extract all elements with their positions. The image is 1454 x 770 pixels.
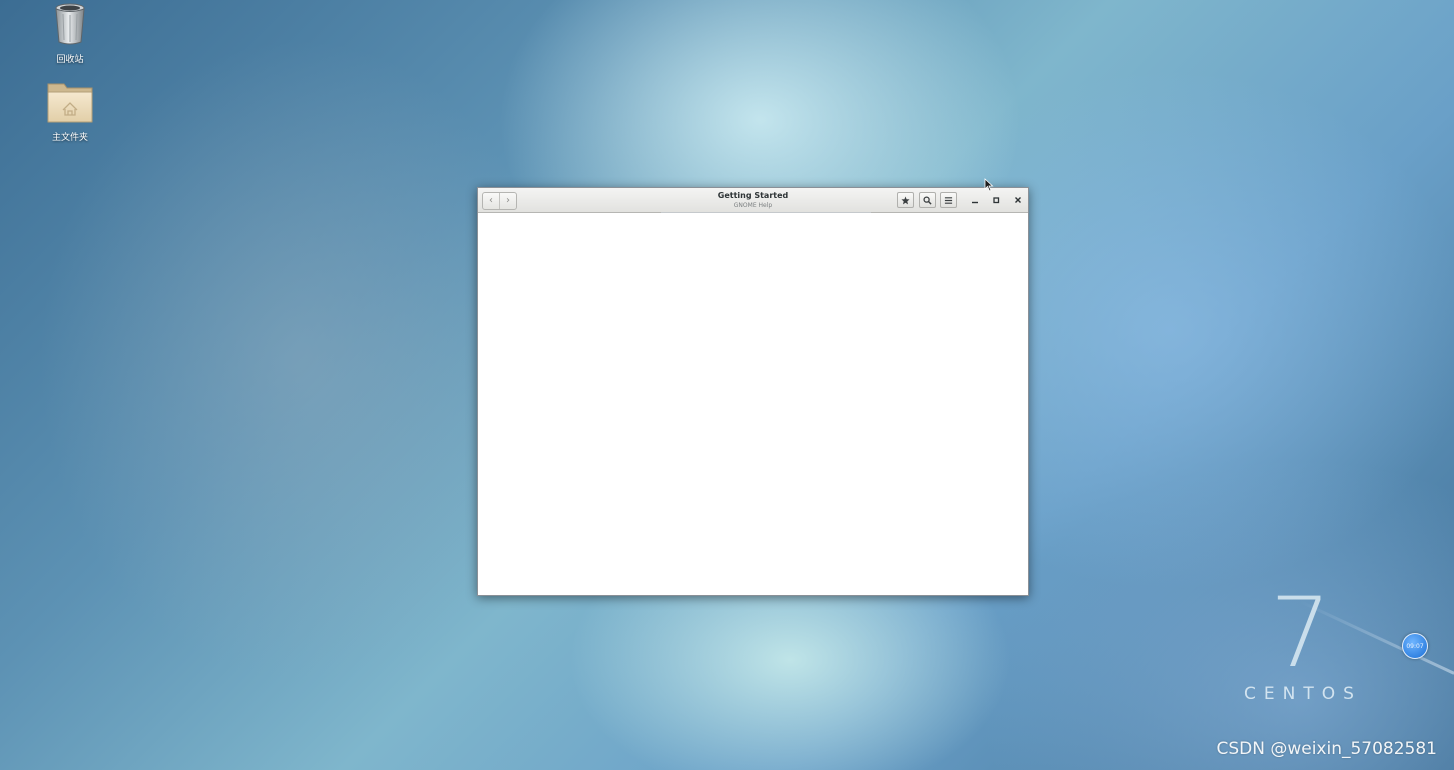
- trash-label: 回收站: [56, 55, 84, 65]
- menu-button[interactable]: [940, 192, 957, 208]
- minimize-button[interactable]: [968, 193, 982, 207]
- centos-wordmark: CENTOS: [1244, 684, 1362, 704]
- search-icon: [923, 195, 932, 205]
- search-button[interactable]: [919, 192, 936, 208]
- desktop-icon-home-folder[interactable]: 主文件夹: [30, 80, 110, 143]
- help-window: ‹ › Getting Started GNOME Help: [477, 187, 1029, 596]
- close-button[interactable]: [1011, 193, 1025, 207]
- mouse-cursor-icon: [984, 178, 994, 192]
- close-icon: [1015, 197, 1021, 203]
- home-folder-icon: [47, 83, 93, 123]
- desktop-background: 回收站 主文件夹 7 CENTOS 09:07 CSDN @weixin_570…: [0, 0, 1454, 770]
- bookmark-button[interactable]: [897, 192, 914, 208]
- minimize-icon: [972, 201, 978, 204]
- home-folder-label: 主文件夹: [51, 133, 88, 143]
- help-content-area[interactable]: [478, 213, 1028, 595]
- window-titlebar[interactable]: ‹ › Getting Started GNOME Help: [478, 188, 1028, 213]
- bookmark-star-icon: [901, 195, 910, 204]
- maximize-icon: [993, 197, 1000, 204]
- desktop-icon-trash[interactable]: 回收站: [30, 2, 110, 65]
- clock-badge[interactable]: 09:07: [1402, 633, 1428, 659]
- centos-version-mark: 7: [1270, 577, 1332, 689]
- trash-icon: [55, 3, 85, 45]
- csdn-watermark: CSDN @weixin_57082581: [1216, 739, 1437, 759]
- maximize-button[interactable]: [989, 193, 1003, 207]
- menu-icon: [944, 196, 953, 204]
